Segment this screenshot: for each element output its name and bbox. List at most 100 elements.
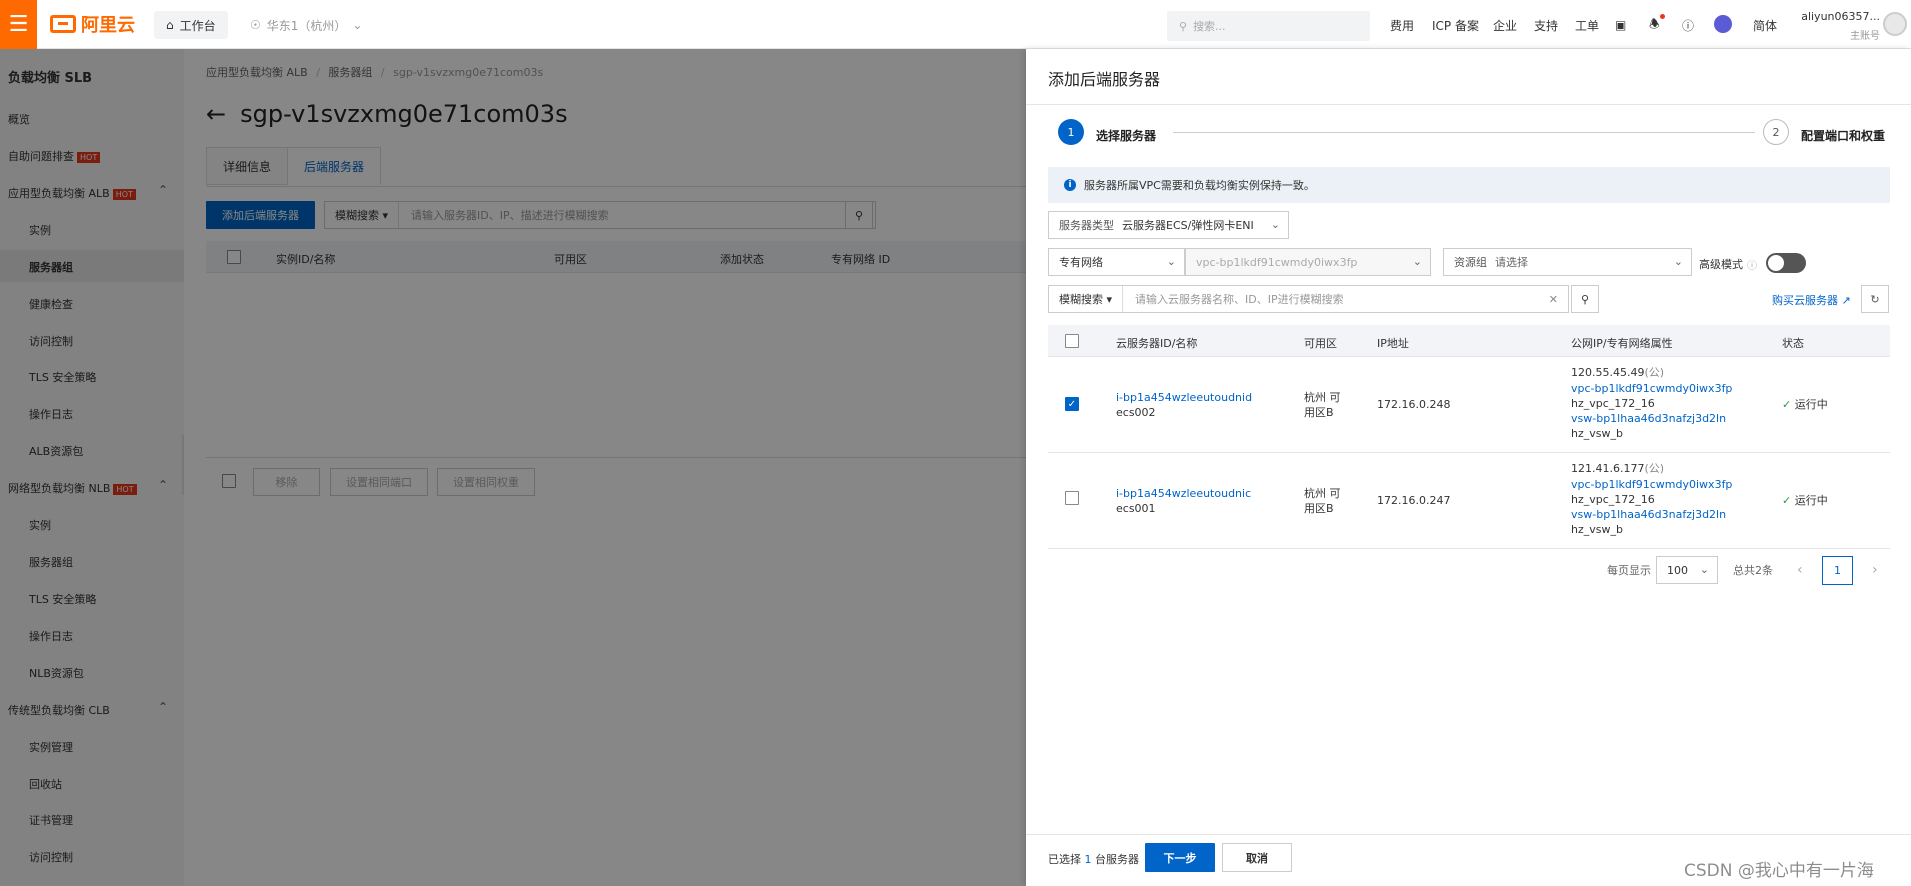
clear-icon[interactable]: ✕ <box>1549 293 1568 306</box>
vswitch-link[interactable]: vsw-bp1lhaa46d3nafzj3d2ln <box>1571 507 1732 522</box>
chevron-down-icon: ⌄ <box>352 18 363 32</box>
advanced-mode-label: 高级模式 ⓘ <box>1699 257 1757 272</box>
user-account[interactable]: aliyun06357... 主账号 <box>1790 10 1880 42</box>
menu-icon[interactable]: ☰ <box>0 0 37 49</box>
search-icon: ⚲ <box>1580 292 1590 306</box>
zone-cell: 杭州 可用区B <box>1304 487 1341 515</box>
network-type-select[interactable]: 专有网络 ⌄ <box>1048 248 1185 276</box>
public-ip: 120.55.45.49(公) <box>1571 366 1665 379</box>
modal-overlay[interactable] <box>0 49 1026 886</box>
screen-icon[interactable]: ▣ <box>1615 11 1626 39</box>
prev-page-icon[interactable]: ‹ <box>1797 556 1803 584</box>
csdn-watermark: CSDN @我心中有一片海 <box>1684 861 1874 881</box>
chevron-down-icon: ⌄ <box>1412 255 1422 268</box>
external-link-icon: ↗ <box>1841 294 1851 307</box>
nav-link-icp[interactable]: ICP 备案 <box>1432 11 1479 39</box>
select-all-checkbox[interactable] <box>1065 334 1079 348</box>
ai-assistant-icon[interactable] <box>1714 15 1732 33</box>
next-step-button[interactable]: 下一步 <box>1145 843 1215 872</box>
vswitch-name: hz_vsw_b <box>1571 523 1623 536</box>
vswitch-name: hz_vsw_b <box>1571 427 1623 440</box>
status-cell: ✓ 运行中 <box>1782 494 1828 507</box>
chevron-down-icon: ⌄ <box>1166 255 1176 268</box>
step-connector <box>1173 132 1755 133</box>
vpc-name: hz_vpc_172_16 <box>1571 397 1655 410</box>
server-type-value: 云服务器ECS/弹性网卡ENI <box>1122 219 1254 232</box>
per-page-value: 100 <box>1667 563 1688 577</box>
network-type-value: 专有网络 <box>1059 256 1103 269</box>
instance-cell: i-bp1a454wzleeutoudnic ecs001 <box>1116 486 1251 516</box>
fuzzy-search-dropdown[interactable]: 模糊搜索 ▾ <box>1049 286 1124 312</box>
drawer-header-divider <box>1026 104 1911 105</box>
language-switch[interactable]: 简体 <box>1753 11 1777 39</box>
network-cell: 120.55.45.49(公) vpc-bp1lkdf91cwmdy0iwx3f… <box>1571 365 1732 441</box>
column-header: 公网IP/专有网络属性 <box>1571 337 1673 350</box>
vpc-link[interactable]: vpc-bp1lkdf91cwmdy0iwx3fp <box>1571 381 1732 396</box>
info-icon: i <box>1064 179 1076 191</box>
row-checkbox[interactable]: ✓ <box>1065 397 1079 411</box>
resource-group-label: 资源组 <box>1454 256 1487 269</box>
check-icon: ✓ <box>1782 494 1792 507</box>
vpc-select[interactable]: vpc-bp1lkdf91cwmdy0iwx3fp ⌄ <box>1185 248 1431 276</box>
bell-icon[interactable]: 🕭︎ <box>1649 11 1660 39</box>
selected-count: 1 <box>1084 853 1092 866</box>
resource-group-value: 请选择 <box>1495 256 1528 269</box>
help-icon[interactable]: ⓘ <box>1682 11 1694 39</box>
selected-summary: 已选择 1 台服务器 <box>1048 853 1139 866</box>
vpc-name: hz_vpc_172_16 <box>1571 493 1655 506</box>
buy-ecs-link[interactable]: 购买云服务器 ↗ <box>1772 292 1851 308</box>
page-number-button[interactable]: 1 <box>1822 556 1853 585</box>
vpc-link[interactable]: vpc-bp1lkdf91cwmdy0iwx3fp <box>1571 477 1732 492</box>
user-name: aliyun06357... <box>1801 10 1880 23</box>
advanced-mode-toggle[interactable] <box>1766 253 1806 273</box>
user-role: 主账号 <box>1850 31 1880 42</box>
step-1-label: 选择服务器 <box>1096 129 1157 143</box>
drawer-title: 添加后端服务器 <box>1048 70 1161 89</box>
refresh-icon[interactable]: ↻ <box>1861 285 1889 313</box>
drawer-search-input[interactable]: 请输入云服务器名称、ID、IP进行模糊搜索 <box>1123 291 1549 307</box>
column-header: 可用区 <box>1304 337 1337 350</box>
region-label: 华东1（杭州） <box>266 18 347 33</box>
cancel-button[interactable]: 取消 <box>1222 843 1292 872</box>
home-icon: ⌂ <box>166 18 174 32</box>
vpc-notice: i 服务器所属VPC需要和负载均衡实例保持一致。 <box>1048 167 1890 203</box>
step-1-indicator: 1 <box>1058 119 1084 145</box>
status-cell: ✓ 运行中 <box>1782 398 1828 411</box>
server-type-select[interactable]: 服务器类型 云服务器ECS/弹性网卡ENI ⌄ <box>1048 211 1289 239</box>
location-icon: ☉ <box>250 18 261 32</box>
drawer-footer-divider <box>1026 834 1911 835</box>
table-row[interactable]: ✓ i-bp1a454wzleeutoudnid ecs002 杭州 可用区B … <box>1048 357 1890 453</box>
aliyun-logo[interactable]: 阿里云 <box>50 10 135 38</box>
region-selector[interactable]: ☉ 华东1（杭州） ⌄ <box>250 11 362 39</box>
total-count: 总共2条 <box>1733 564 1773 577</box>
ip-cell: 172.16.0.247 <box>1377 494 1451 507</box>
drawer-search-button[interactable]: ⚲ <box>1571 285 1599 313</box>
workbench-button[interactable]: ⌂ 工作台 <box>154 11 228 39</box>
vswitch-link[interactable]: vsw-bp1lhaa46d3nafzj3d2ln <box>1571 411 1732 426</box>
instance-name: ecs001 <box>1116 502 1156 515</box>
table-row[interactable]: i-bp1a454wzleeutoudnic ecs001 杭州 可用区B 17… <box>1048 453 1890 549</box>
per-page-select[interactable]: 100 ⌄ <box>1656 556 1718 584</box>
ip-cell: 172.16.0.248 <box>1377 398 1451 411</box>
workbench-label: 工作台 <box>179 18 216 33</box>
row-checkbox[interactable] <box>1065 491 1079 505</box>
instance-id-link[interactable]: i-bp1a454wzleeutoudnic <box>1116 486 1251 501</box>
next-page-icon[interactable]: › <box>1872 556 1878 584</box>
avatar[interactable] <box>1883 12 1907 36</box>
instance-cell: i-bp1a454wzleeutoudnid ecs002 <box>1116 390 1252 420</box>
help-icon[interactable]: ⓘ <box>1747 257 1757 272</box>
search-icon: ⚲ <box>1179 19 1188 33</box>
server-table-header: 云服务器ID/名称 可用区 IP地址 公网IP/专有网络属性 状态 <box>1048 325 1890 357</box>
chevron-down-icon: ⌄ <box>1699 563 1709 576</box>
column-header: 状态 <box>1782 337 1804 350</box>
global-search-input[interactable]: ⚲ 搜索... <box>1167 11 1370 41</box>
resource-group-select[interactable]: 资源组 请选择 ⌄ <box>1443 248 1692 276</box>
nav-link-fee[interactable]: 费用 <box>1390 11 1414 39</box>
nav-link-enterprise[interactable]: 企业 <box>1493 11 1517 39</box>
server-type-label: 服务器类型 <box>1059 219 1114 232</box>
per-page-label: 每页显示 <box>1607 564 1651 577</box>
check-icon: ✓ <box>1782 398 1792 411</box>
nav-link-ticket[interactable]: 工单 <box>1575 11 1599 39</box>
instance-id-link[interactable]: i-bp1a454wzleeutoudnid <box>1116 390 1252 405</box>
nav-link-support[interactable]: 支持 <box>1534 11 1558 39</box>
